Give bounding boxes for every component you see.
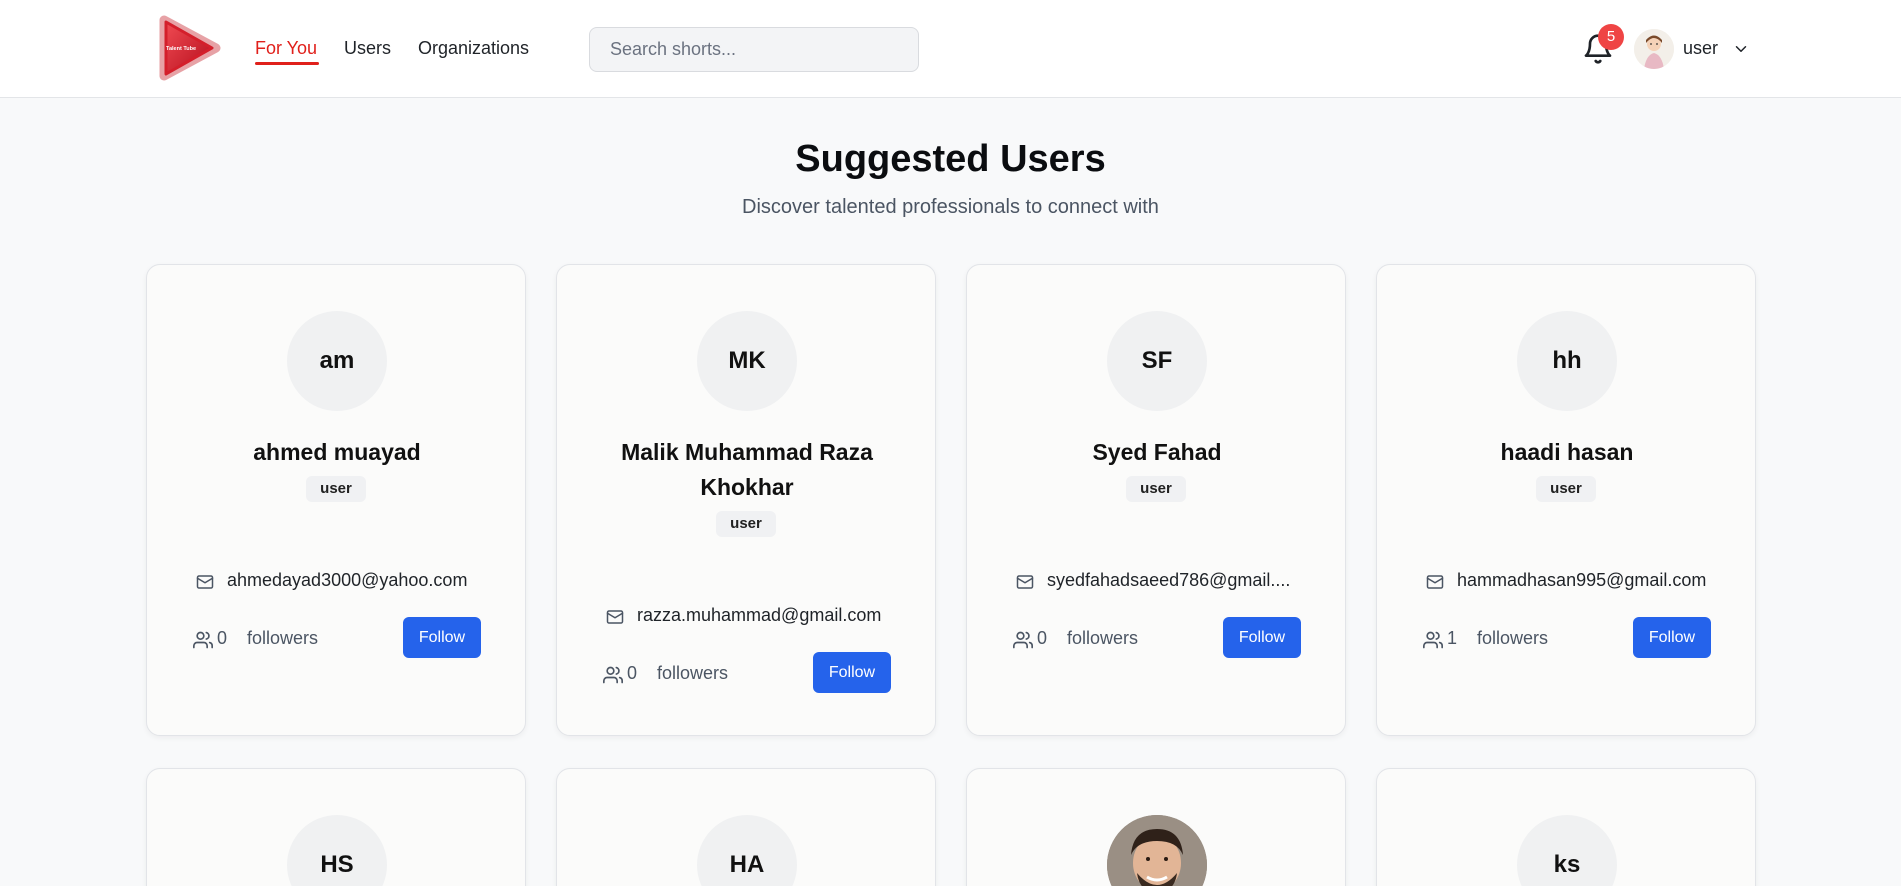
mail-icon — [196, 575, 214, 589]
follow-button[interactable]: Follow — [1223, 617, 1301, 658]
role-badge: user — [306, 476, 366, 502]
user-email: syedfahadsaeed786@gmail.... — [1047, 570, 1291, 590]
email-row: hammadhasan995@gmail.com — [1425, 569, 1745, 595]
user-avatar[interactable] — [1634, 29, 1674, 69]
user-name: haadi hasan — [1500, 439, 1634, 465]
user-avatar-initials: HS — [287, 815, 387, 886]
followers-count: 0 — [627, 663, 638, 683]
user-card: HS — [146, 768, 526, 886]
user-name: ahmed muayad — [253, 439, 421, 465]
followers-count: 0 — [1037, 628, 1048, 648]
user-avatar-initials: ks — [1517, 815, 1617, 886]
user-card: SF Syed Fahad user syedfahadsaeed786@gma… — [966, 264, 1346, 736]
users-icon — [1013, 631, 1034, 649]
mail-icon — [1016, 575, 1034, 589]
users-icon — [1423, 631, 1444, 649]
follow-button[interactable]: Follow — [1633, 617, 1711, 658]
follow-button[interactable]: Follow — [403, 617, 481, 658]
mail-icon — [1426, 575, 1444, 589]
user-card: hh haadi hasan user hammadhasan995@gmail… — [1376, 264, 1756, 736]
user-card: ks — [1376, 768, 1756, 886]
page-title: Suggested Users — [795, 138, 1106, 180]
follow-button[interactable]: Follow — [813, 652, 891, 693]
users-icon — [603, 666, 624, 684]
user-email: razza.muhammad@gmail.com — [637, 605, 882, 625]
followers-label: followers — [247, 628, 319, 648]
user-name: Syed Fahad — [1092, 439, 1222, 465]
page-subtitle: Discover talented professionals to conne… — [742, 196, 1159, 218]
user-avatar-initials: hh — [1517, 311, 1617, 411]
profile-photo-icon — [1107, 815, 1207, 886]
user-email: ahmedayad3000@yahoo.com — [227, 570, 468, 590]
followers-row: 1 followers — [1422, 626, 1572, 652]
users-icon — [193, 631, 214, 649]
top-header: Talent Tube For You Users Organizations … — [0, 0, 1901, 98]
role-badge: user — [716, 511, 776, 537]
followers-count: 1 — [1447, 628, 1458, 648]
user-avatar-initials: HA — [697, 815, 797, 886]
followers-label: followers — [657, 663, 729, 683]
search-input[interactable] — [589, 27, 919, 72]
followers-count: 0 — [217, 628, 228, 648]
user-card: am ahmed muayad user ahmedayad3000@yahoo… — [146, 264, 526, 736]
followers-row: 0 followers — [602, 661, 752, 687]
user-avatar-photo — [1107, 815, 1207, 886]
nav-organizations[interactable]: Organizations — [418, 38, 529, 59]
email-row: syedfahadsaeed786@gmail.... — [1015, 569, 1335, 595]
user-email: hammadhasan995@gmail.com — [1457, 570, 1707, 590]
user-avatar-initials: MK — [697, 311, 797, 411]
user-name: Malik Muhammad Raza Khokhar — [621, 439, 873, 500]
followers-row: 0 followers — [192, 626, 342, 652]
email-row: razza.muhammad@gmail.com — [605, 604, 925, 630]
followers-row: 0 followers — [1012, 626, 1162, 652]
user-avatar-initials: SF — [1107, 311, 1207, 411]
role-badge: user — [1126, 476, 1186, 502]
email-row: ahmedayad3000@yahoo.com — [195, 569, 515, 595]
chevron-down-icon[interactable] — [1732, 40, 1750, 58]
user-card: MK Malik Muhammad Raza Khokhar user razz… — [556, 264, 936, 736]
user-avatar-initials: am — [287, 311, 387, 411]
talent-tube-logo[interactable]: Talent Tube — [158, 14, 224, 82]
nav-for-you[interactable]: For You — [255, 38, 317, 59]
logo-text: Talent Tube — [166, 46, 196, 52]
role-badge: user — [1536, 476, 1596, 502]
mail-icon — [606, 610, 624, 624]
followers-label: followers — [1477, 628, 1549, 648]
followers-label: followers — [1067, 628, 1139, 648]
nav-active-underline — [255, 62, 319, 65]
notification-count-badge: 5 — [1598, 24, 1624, 50]
avatar-illustration-icon — [1634, 29, 1674, 69]
nav-users[interactable]: Users — [344, 38, 391, 59]
user-card: HA — [556, 768, 936, 886]
user-card — [966, 768, 1346, 886]
user-menu-name[interactable]: user — [1683, 38, 1718, 59]
